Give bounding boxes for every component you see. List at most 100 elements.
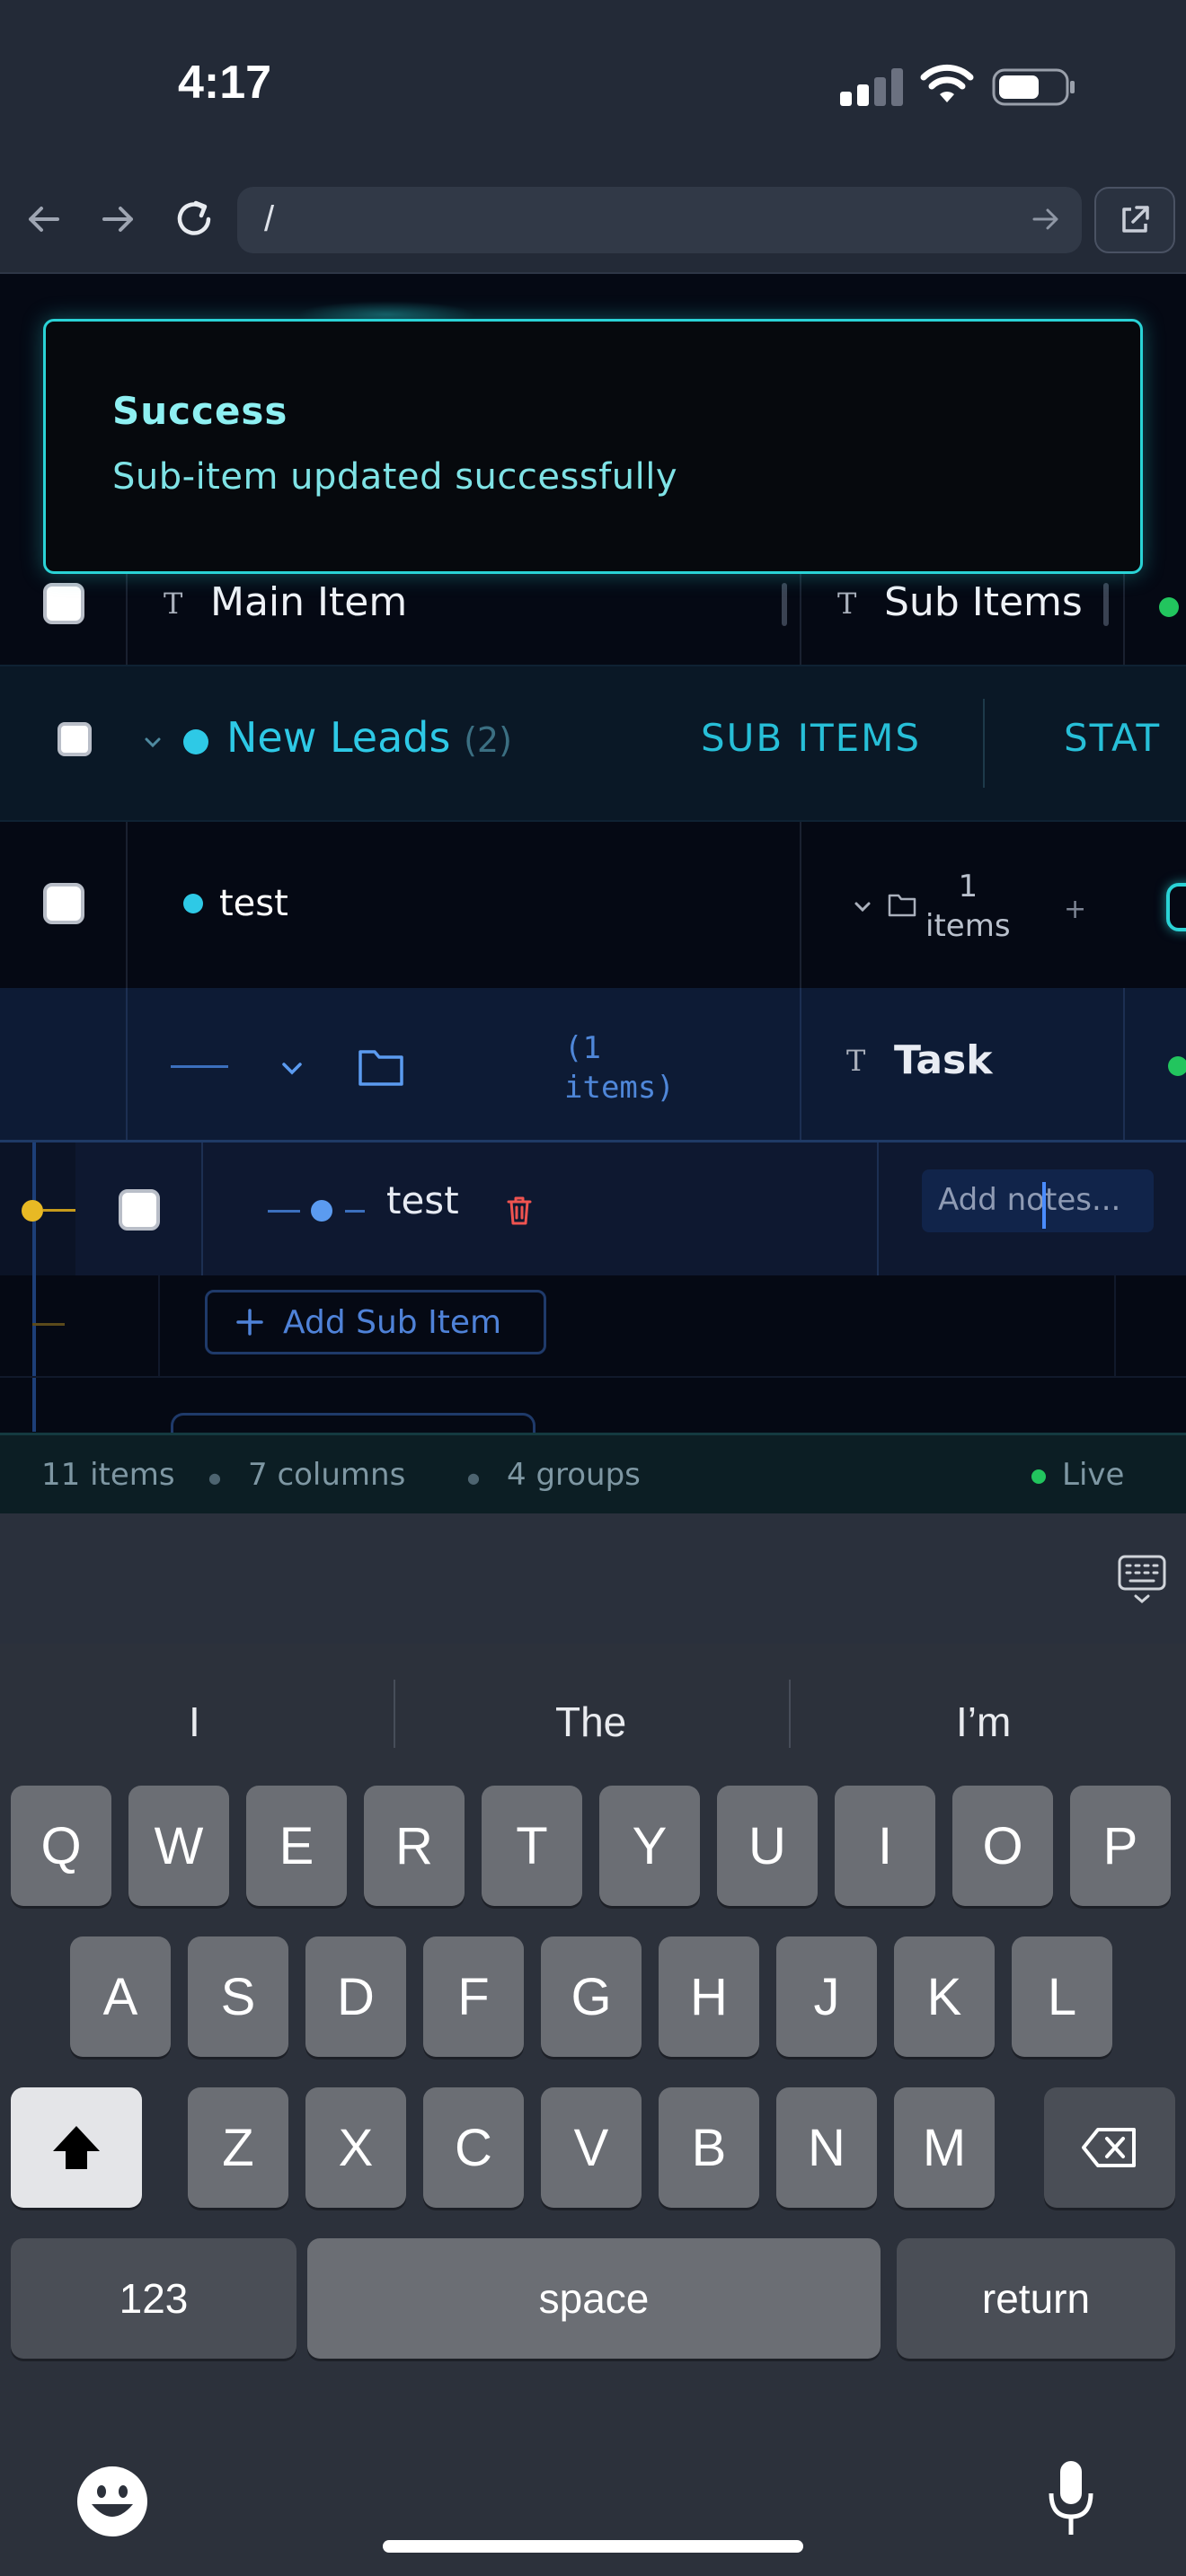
keyboard-dismiss-icon[interactable] (1118, 1555, 1166, 1605)
live-indicator-dot (1031, 1469, 1046, 1484)
chevron-down-icon[interactable] (142, 731, 164, 753)
key-b[interactable]: B (659, 2087, 759, 2208)
group-row-new-leads[interactable]: New Leads (2) SUB ITEMS STAT (0, 665, 1186, 822)
column-header-sub[interactable]: Sub Items (884, 579, 1083, 625)
arrow-right-icon (102, 207, 133, 232)
notes-placeholder: Add notes... (938, 1182, 1121, 1218)
text-type-icon: T (164, 587, 183, 621)
key-x[interactable]: X (305, 2087, 406, 2208)
key-c[interactable]: C (423, 2087, 524, 2208)
status-pill[interactable] (1166, 883, 1186, 931)
suggestion-3[interactable]: I’m (956, 1698, 1011, 1746)
sub-items-total-line1: (1 (564, 1030, 601, 1066)
group-color-dot (183, 729, 208, 754)
app-content: Success Sub-item updated successfully T … (0, 274, 1186, 1513)
notes-input[interactable]: Add notes... (922, 1169, 1154, 1232)
key-y[interactable]: Y (599, 1786, 700, 1906)
add-sub-item-row: Add Sub Item (0, 1275, 1186, 1376)
footer-live: Live (1062, 1457, 1125, 1493)
space-key[interactable]: space (307, 2238, 881, 2359)
key-o[interactable]: O (952, 1786, 1053, 1906)
footer-groups-count: 4 groups (507, 1457, 641, 1493)
microphone-icon[interactable] (1044, 2457, 1098, 2540)
item-color-dot (183, 894, 203, 913)
select-all-checkbox[interactable] (43, 583, 84, 624)
status-time: 4:17 (178, 57, 272, 109)
key-f[interactable]: F (423, 1936, 524, 2057)
text-type-icon: T (846, 1044, 866, 1078)
column-resize-handle[interactable] (782, 583, 787, 626)
key-i[interactable]: I (835, 1786, 935, 1906)
chevron-down-icon[interactable] (279, 1054, 305, 1081)
column-divider (126, 822, 128, 988)
sub-item-checkbox[interactable] (119, 1189, 160, 1231)
table-row[interactable]: test 1 items + (0, 822, 1186, 988)
key-n[interactable]: N (776, 2087, 877, 2208)
key-z[interactable]: Z (188, 2087, 288, 2208)
key-u[interactable]: U (717, 1786, 818, 1906)
key-a[interactable]: A (70, 1936, 171, 2057)
chevron-down-icon[interactable] (852, 895, 873, 917)
text-type-icon: T (837, 587, 857, 621)
row-checkbox[interactable] (43, 883, 84, 924)
wifi-icon (920, 64, 974, 102)
group-column-status: STAT (1064, 716, 1162, 760)
sub-items-header-row: (1 items) T Task (0, 988, 1186, 1142)
suggestion-1[interactable]: I (189, 1698, 200, 1746)
go-arrow-icon[interactable] (1030, 203, 1062, 235)
key-e[interactable]: E (246, 1786, 347, 1906)
open-external-button[interactable] (1094, 187, 1175, 253)
group-checkbox[interactable] (58, 722, 92, 756)
trash-icon[interactable] (505, 1195, 534, 1227)
column-resize-handle[interactable] (1103, 583, 1109, 626)
shift-key[interactable] (11, 2087, 142, 2208)
key-d[interactable]: D (305, 1936, 406, 2057)
sub-column-task[interactable]: Task (894, 1037, 992, 1083)
key-h[interactable]: H (659, 1936, 759, 2057)
key-m[interactable]: M (894, 2087, 995, 2208)
key-l[interactable]: L (1012, 1936, 1112, 2057)
sub-items-count-number: 1 (958, 869, 978, 904)
forward-button[interactable] (92, 192, 146, 246)
tree-line (171, 1065, 228, 1068)
url-text: / (264, 199, 275, 239)
reload-icon (177, 200, 211, 235)
column-header-main[interactable]: Main Item (210, 579, 407, 625)
footer-columns-count: 7 columns (248, 1457, 406, 1493)
emoji-icon[interactable] (75, 2465, 149, 2538)
return-key[interactable]: return (897, 2238, 1175, 2359)
numbers-key[interactable]: 123 (11, 2238, 296, 2359)
sub-item-row[interactable]: test Add notes... (0, 1142, 1186, 1367)
text-cursor (1042, 1182, 1046, 1229)
key-j[interactable]: J (776, 1936, 877, 2057)
sub-items-count[interactable]: 1 items (925, 867, 1011, 946)
add-sub-item-button[interactable]: Add Sub Item (205, 1290, 546, 1354)
key-q[interactable]: Q (11, 1786, 111, 1906)
status-dot (1168, 1056, 1186, 1076)
key-k[interactable]: K (894, 1936, 995, 2057)
footer-items-count: 11 items (41, 1457, 175, 1493)
key-v[interactable]: V (541, 2087, 642, 2208)
suggestion-2[interactable]: The (555, 1698, 626, 1746)
success-toast[interactable]: Success Sub-item updated successfully (43, 319, 1143, 574)
key-w[interactable]: W (128, 1786, 229, 1906)
reload-button[interactable] (167, 192, 221, 246)
key-t[interactable]: T (482, 1786, 582, 1906)
folder-icon (358, 1050, 403, 1086)
home-indicator[interactable] (383, 2540, 803, 2553)
add-sub-item-label: Add Sub Item (283, 1303, 502, 1341)
delete-key[interactable] (1044, 2087, 1175, 2208)
tree-line (268, 1210, 300, 1213)
item-name[interactable]: test (219, 883, 288, 924)
url-field[interactable]: / (237, 187, 1082, 253)
key-g[interactable]: G (541, 1936, 642, 2057)
key-p[interactable]: P (1070, 1786, 1171, 1906)
column-divider (983, 699, 985, 788)
back-button[interactable] (16, 192, 70, 246)
add-sub-item-plus[interactable]: + (1064, 894, 1086, 925)
folder-icon (888, 894, 916, 917)
key-r[interactable]: R (364, 1786, 465, 1906)
sub-item-name[interactable]: test (386, 1178, 459, 1222)
sub-items-count-label: items (925, 908, 1011, 944)
key-s[interactable]: S (188, 1936, 288, 2057)
